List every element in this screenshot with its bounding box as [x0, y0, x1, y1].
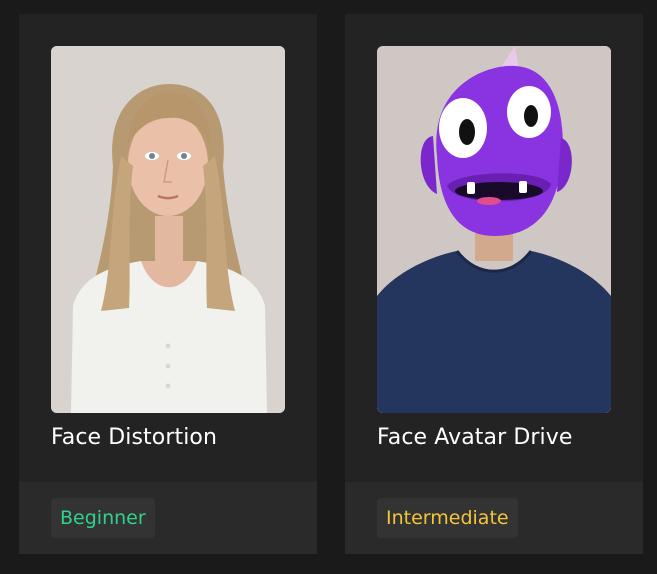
card-footer: Beginner: [19, 482, 317, 554]
card-title: Face Avatar Drive: [377, 425, 573, 450]
effect-card-face-avatar-drive[interactable]: Face Avatar Drive Intermediate: [345, 14, 643, 554]
effect-card-face-distortion[interactable]: Face Distortion Beginner: [19, 14, 317, 554]
card-footer: Intermediate: [345, 482, 643, 554]
woman-portrait-thumbnail[interactable]: [51, 46, 285, 413]
monster-avatar-image: [377, 46, 611, 413]
difficulty-badge: Beginner: [51, 498, 155, 538]
difficulty-badge: Intermediate: [377, 498, 518, 538]
purple-monster-avatar-thumbnail[interactable]: [377, 46, 611, 413]
card-title: Face Distortion: [51, 425, 218, 450]
woman-portrait-image: [51, 46, 285, 413]
